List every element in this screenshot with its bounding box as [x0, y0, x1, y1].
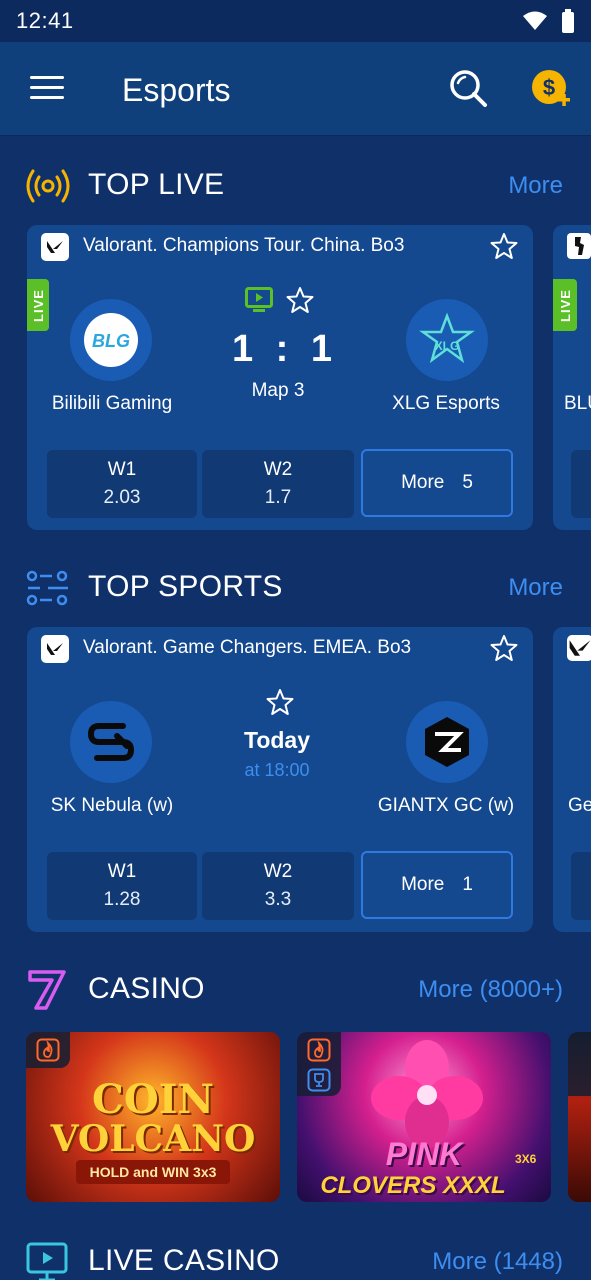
badge-box [26, 1032, 70, 1068]
valorant-logo-icon [567, 635, 591, 661]
section-title: TOP LIVE [88, 168, 225, 201]
match-card-live[interactable]: Valorant. Champions Tour. China. Bo3 LIV… [27, 225, 533, 530]
section-title: LIVE CASINO [88, 1244, 280, 1277]
favorite-star-icon[interactable] [489, 633, 519, 663]
league-name: Valorant. Game Changers. EMEA. Bo3 [83, 637, 412, 658]
team2-logo [406, 701, 488, 783]
page-title: Esports [122, 72, 231, 108]
tv-play-icon [26, 1242, 68, 1280]
status-time: 12:41 [16, 8, 74, 33]
odd-w1-button[interactable]: W1 1.28 [47, 852, 197, 920]
search-icon[interactable] [448, 68, 488, 108]
live-casino-header: LIVE CASINO More (1448) [0, 1236, 591, 1280]
badge-box [568, 1032, 591, 1096]
hot-flame-icon [307, 1038, 331, 1062]
game-tile-peek[interactable] [568, 1032, 591, 1202]
odd-button[interactable] [571, 450, 591, 518]
battery-icon [562, 9, 574, 33]
game-subtitle: 3X6 [515, 1152, 537, 1166]
live-badge: LIVE [553, 279, 577, 331]
game-subtitle: HOLD and WIN 3x3 [76, 1160, 230, 1184]
match-date: Today [243, 727, 311, 753]
league-name: Valorant. Champions Tour. China. Bo3 [83, 235, 405, 256]
svg-text:$: $ [543, 75, 555, 100]
match-card-peek[interactable]: LIVE BLU [553, 225, 591, 530]
svg-text:XLG: XLG [435, 339, 460, 353]
trophy-icon [307, 1068, 331, 1092]
more-link[interactable]: More (8000+) [418, 976, 563, 1004]
csgo-logo-icon [567, 233, 591, 259]
top-live-header: TOP LIVE More [0, 160, 591, 210]
game-title-line1: PINK [385, 1136, 463, 1172]
match-time: at 18:00 [244, 760, 310, 780]
valorant-logo-icon [41, 635, 69, 663]
favorite-star-icon[interactable] [285, 285, 315, 315]
favorite-star-icon[interactable] [265, 687, 295, 717]
team2-name: GIANTX GC (w) [377, 795, 515, 816]
more-link[interactable]: More (1448) [432, 1248, 563, 1276]
more-link[interactable]: More [508, 574, 563, 602]
team1-name: SK Nebula (w) [50, 795, 174, 816]
valorant-logo-icon [41, 233, 69, 261]
lucky-seven-icon [28, 970, 66, 1010]
more-link[interactable]: More [508, 172, 563, 200]
live-badge: LIVE [27, 279, 49, 331]
menu-icon[interactable] [30, 76, 64, 100]
match-period: Map 3 [251, 380, 305, 401]
score: 1 : 1 [231, 328, 339, 370]
team1-logo: BLG [70, 299, 152, 381]
svg-text:BLG: BLG [92, 331, 130, 351]
more-markets-button[interactable]: More 5 [361, 449, 513, 517]
badge-box [297, 1032, 341, 1096]
stream-tv-icon[interactable] [245, 287, 273, 313]
sports-list-icon [26, 570, 68, 606]
team2-logo: XLG [406, 299, 488, 381]
favorite-star-icon[interactable] [489, 231, 519, 261]
odd-w1-button[interactable]: W1 2.03 [47, 450, 197, 518]
clover-flower-image [371, 1040, 483, 1148]
wifi-icon [523, 11, 547, 30]
match-card-upcoming[interactable]: Valorant. Game Changers. EMEA. Bo3 SK Ne… [27, 627, 533, 932]
odd-w2-button[interactable]: W2 3.3 [202, 852, 354, 920]
game-tile-coin-volcano[interactable]: COIN VOLCANO HOLD and WIN 3x3 [26, 1032, 280, 1202]
casino-header: CASINO More (8000+) [0, 964, 591, 1014]
game-title-line2: CLOVERS XXXL [320, 1172, 506, 1199]
team-name: Ge [568, 795, 591, 816]
top-sports-header: TOP SPORTS More [0, 562, 591, 612]
game-title-line1: COIN [92, 1076, 214, 1123]
section-title: TOP SPORTS [88, 570, 283, 603]
match-card-peek[interactable]: Ge [553, 627, 591, 932]
team-name: BLU [564, 393, 591, 414]
team1-logo [70, 701, 152, 783]
game-title-line2: VOLCANO [50, 1118, 256, 1160]
team2-name: XLG Esports [392, 393, 500, 414]
odd-button[interactable] [571, 852, 591, 920]
game-tile-pink-clovers[interactable]: PINK CLOVERS XXXL 3X6 [297, 1032, 551, 1202]
more-markets-button[interactable]: More 1 [361, 851, 513, 919]
hot-flame-icon [36, 1038, 60, 1062]
app-bar: Esports $ [0, 42, 591, 136]
team1-name: Bilibili Gaming [51, 393, 173, 414]
broadcast-icon [26, 169, 70, 203]
deposit-icon[interactable]: $ [530, 68, 572, 112]
odd-w2-button[interactable]: W2 1.7 [202, 450, 354, 518]
section-title: CASINO [88, 972, 205, 1005]
status-bar: 12:41 [0, 0, 591, 42]
